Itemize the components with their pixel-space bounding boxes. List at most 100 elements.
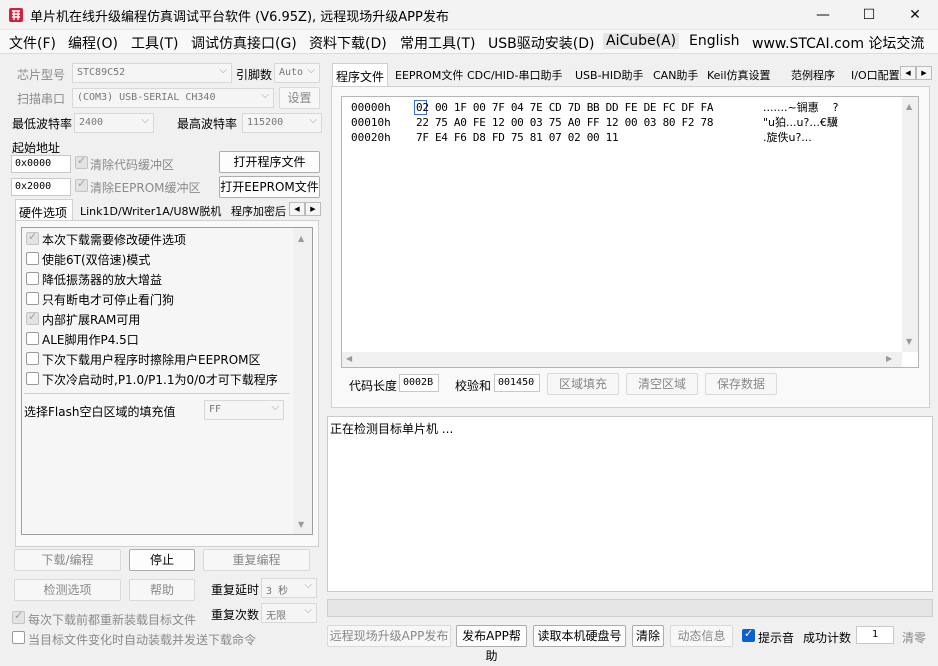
menu-website[interactable]: www.STCAI.com 论坛交流 [752,33,924,53]
hex-vscroll[interactable]: ▲ ▼ [902,97,918,352]
reset-count-button[interactable]: 清零 [902,629,926,646]
publish-help-button[interactable]: 发布APP帮助 [456,625,527,663]
tab-scroll-left-icon[interactable]: ◀ [900,66,916,80]
clear-log-button[interactable]: 清除 [632,625,664,647]
options-scrollbar[interactable]: ▲ ▼ [293,228,312,534]
tab-offline-writer[interactable]: Link1D/Writer1A/U8W脱机 [77,199,224,221]
clear-code-checkbox[interactable] [75,154,88,169]
option-checkbox-erase-eeprom[interactable] [26,352,39,365]
option-label: 下次下载用户程序时擦除用户EEPROM区 [42,353,261,367]
scroll-up-icon[interactable]: ▲ [298,234,304,243]
tab-encrypted[interactable]: 程序加密后 [228,199,289,221]
settings-button[interactable]: 设置 [279,87,320,109]
success-count-value: 1 [856,626,894,644]
option-checkbox-ale[interactable] [26,332,39,345]
log-text: 正在检测目标单片机 ... [330,422,454,436]
scroll-right-icon[interactable]: ▶ [886,354,892,363]
menu-file[interactable]: 文件(F) [9,33,56,53]
menu-aicube[interactable]: AiCube(A) [603,33,680,49]
hex-row: 7F E4 F6 D8 FD 75 81 07 02 00 11 [416,131,619,144]
tab-eeprom-file[interactable]: EEPROM文件 [392,63,466,85]
serial-port-select[interactable]: (COM3) USB-SERIAL CH340 ⌵ [72,88,274,108]
tab-examples[interactable]: 范例程序 [788,63,838,85]
tab-io-config[interactable]: I/O口配置 [848,63,902,85]
remote-upgrade-button[interactable]: 远程现场升级APP发布 [327,625,451,647]
tab-cdc-serial[interactable]: CDC/HID-串口助手 [464,63,566,85]
menu-common-tools[interactable]: 常用工具(T) [400,33,475,53]
tab-hardware-options[interactable]: 硬件选项 [15,199,73,221]
dynamic-info-button[interactable]: 动态信息 [670,625,733,647]
tab-usb-hid[interactable]: USB-HID助手 [572,63,647,85]
menu-tools[interactable]: 工具(T) [131,33,178,53]
scroll-up-icon[interactable]: ▲ [906,102,912,111]
tab-keil-sim[interactable]: Keil仿真设置 [704,63,774,85]
window-title: 单片机在线升级编程仿真调试平台软件 (V6.95Z), 远程现场升级APP发布 [30,10,449,25]
pin-count-select[interactable]: Auto ⌵ [274,63,320,83]
help-button[interactable]: 帮助 [129,579,195,601]
tab-scroll-right-icon[interactable]: ▶ [916,66,932,80]
stop-button[interactable]: 停止 [129,549,195,571]
menu-bar: 文件(F) 编程(O) 工具(T) 调试仿真接口(G) 资料下载(D) 常用工具… [0,30,938,54]
hex-address: 00000h [351,101,391,114]
minimize-button[interactable]: — [800,0,846,30]
hex-address: 00020h [351,131,391,144]
code-address-field[interactable]: 0x0000 [11,155,71,173]
maximize-button[interactable]: ☐ [846,0,892,30]
open-eeprom-button[interactable]: 打开EEPROM文件 [219,176,320,198]
hex-bytes: 02 00 1F 00 7F 04 7E CD 7D BB DD FE DE F… [416,100,713,145]
clear-code-label: 清除代码缓冲区 [90,158,175,172]
read-disk-button[interactable]: 读取本机硬盘号 [533,625,626,647]
download-button[interactable]: 下载/编程 [14,549,121,571]
option-checkbox-osc-gain[interactable] [26,272,39,285]
fill-region-button[interactable]: 区域填充 [547,373,619,395]
tab-program-file[interactable]: 程序文件 [332,63,388,87]
scroll-down-icon[interactable]: ▼ [906,337,912,346]
title-bar: 单片机在线升级编程仿真调试平台软件 (V6.95Z), 远程现场升级APP发布 … [0,0,938,30]
scroll-down-icon[interactable]: ▼ [298,520,304,529]
hex-row: 02 00 1F 00 7F 04 7E CD 7D BB DD FE DE F… [416,101,714,114]
option-checkbox-watchdog[interactable] [26,292,39,305]
menu-downloads[interactable]: 资料下载(D) [309,33,387,53]
file-tab-strip: 程序文件 EEPROM文件 CDC/HID-串口助手 USB-HID助手 CAN… [330,63,932,87]
close-button[interactable]: ✕ [892,0,938,30]
reprogram-button[interactable]: 重复编程 [203,549,310,571]
beep-checkbox[interactable] [742,627,755,642]
check-options-button[interactable]: 检测选项 [14,579,121,601]
chevron-down-icon: ⌵ [309,115,317,126]
flash-fill-select[interactable]: FF ⌵ [204,400,284,420]
option-checkbox-modify-hw[interactable] [26,230,39,245]
min-baud-select[interactable]: 2400 ⌵ [74,113,154,133]
max-baud-select[interactable]: 115200 ⌵ [242,113,322,133]
clear-eeprom-checkbox[interactable] [75,177,88,192]
tab-scroll-left-icon[interactable]: ◀ [289,202,305,216]
eeprom-address-field[interactable]: 0x2000 [11,178,71,196]
menu-usb-driver[interactable]: USB驱动安装(D) [488,33,594,53]
menu-english[interactable]: English [689,33,740,49]
min-baud-value: 2400 [79,117,104,128]
code-length-label: 代码长度 [349,379,398,393]
auto-load-checkbox[interactable] [12,631,25,644]
option-checkbox-xram[interactable] [26,310,39,325]
menu-debug-interface[interactable]: 调试仿真接口(G) [191,33,297,53]
reload-each-checkbox[interactable] [12,609,25,624]
chevron-down-icon: ⌵ [307,65,315,76]
chip-type-select[interactable]: STC89C52 ⌵ [72,63,232,83]
hex-editor[interactable]: 00000h 00010h 00020h 02 00 1F 00 7F 04 7E … [341,96,919,368]
tab-can[interactable]: CAN助手 [650,63,701,85]
repeat-delay-select[interactable]: 3 秒 ⌵ [261,578,317,598]
log-output[interactable]: 正在检测目标单片机 ... [327,416,933,592]
chevron-down-icon: ⌵ [141,115,149,126]
save-data-button[interactable]: 保存数据 [705,373,777,395]
clear-region-button[interactable]: 清空区域 [626,373,698,395]
option-label: 使能6T(双倍速)模式 [42,253,151,267]
option-checkbox-6t[interactable] [26,252,39,265]
hex-hscroll[interactable]: ◀ ▶ [342,352,902,367]
open-program-button[interactable]: 打开程序文件 [219,151,320,173]
scroll-left-icon[interactable]: ◀ [346,354,352,363]
chevron-down-icon: ⌵ [219,65,227,76]
min-baud-label: 最低波特率 [12,117,73,131]
tab-scroll-right-icon[interactable]: ▶ [305,202,321,216]
option-checkbox-cold-start[interactable] [26,372,39,385]
menu-program[interactable]: 编程(O) [68,33,118,53]
repeat-count-select[interactable]: 无限 ⌵ [261,603,317,623]
